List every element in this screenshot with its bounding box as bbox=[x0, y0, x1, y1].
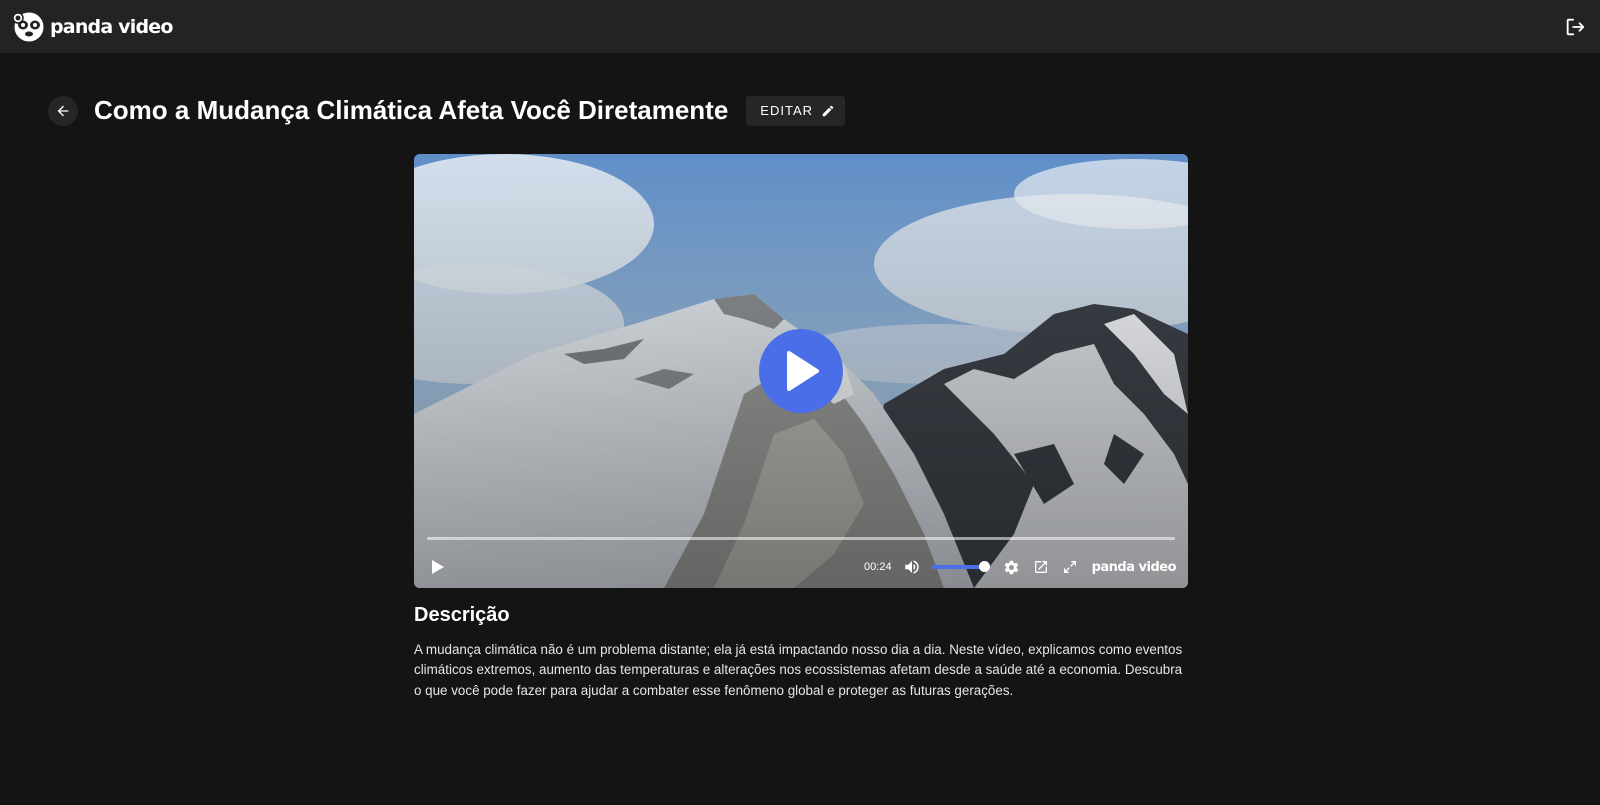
pencil-icon bbox=[822, 105, 834, 116]
edit-button-label: EDITAR bbox=[760, 103, 814, 118]
fullscreen-icon bbox=[1063, 561, 1076, 573]
page-title: Como a Mudança Climática Afeta Você Dire… bbox=[94, 95, 729, 125]
description-text: A mudança climática não é um problema di… bbox=[414, 642, 1183, 698]
brand-logo[interactable]: panda video bbox=[12, 10, 173, 44]
player-brand[interactable]: panda video bbox=[1092, 560, 1177, 575]
brand-name: panda video bbox=[50, 15, 173, 38]
panda-logo-icon bbox=[12, 11, 45, 42]
volume-icon bbox=[904, 560, 919, 574]
settings-button[interactable] bbox=[1002, 557, 1022, 577]
edit-button[interactable]: EDITAR bbox=[746, 95, 846, 126]
mute-button[interactable] bbox=[902, 557, 922, 577]
top-bar: panda video bbox=[0, 0, 1600, 53]
popout-icon bbox=[1034, 561, 1047, 573]
play-icon bbox=[432, 560, 444, 574]
volume-thumb[interactable] bbox=[978, 561, 990, 572]
back-button[interactable] bbox=[48, 95, 78, 126]
arrow-left-icon bbox=[57, 105, 69, 116]
play-overlay-button[interactable] bbox=[759, 329, 843, 413]
current-time: 00:24 bbox=[864, 561, 892, 573]
logout-icon[interactable] bbox=[1564, 16, 1586, 38]
fullscreen-button[interactable] bbox=[1060, 557, 1080, 577]
play-icon bbox=[787, 351, 819, 391]
video-player[interactable]: 00:24 panda video bbox=[414, 154, 1188, 588]
progress-bar[interactable] bbox=[427, 537, 1175, 540]
description-heading: Descrição bbox=[414, 604, 510, 626]
settings-icon bbox=[1004, 560, 1019, 574]
volume-level bbox=[931, 565, 984, 569]
player-controls: 00:24 panda video bbox=[414, 546, 1188, 588]
volume-slider[interactable] bbox=[931, 561, 990, 572]
play-button[interactable] bbox=[428, 557, 448, 577]
popout-button[interactable] bbox=[1031, 557, 1051, 577]
title-row: Como a Mudança Climática Afeta Você Dire… bbox=[48, 95, 846, 126]
